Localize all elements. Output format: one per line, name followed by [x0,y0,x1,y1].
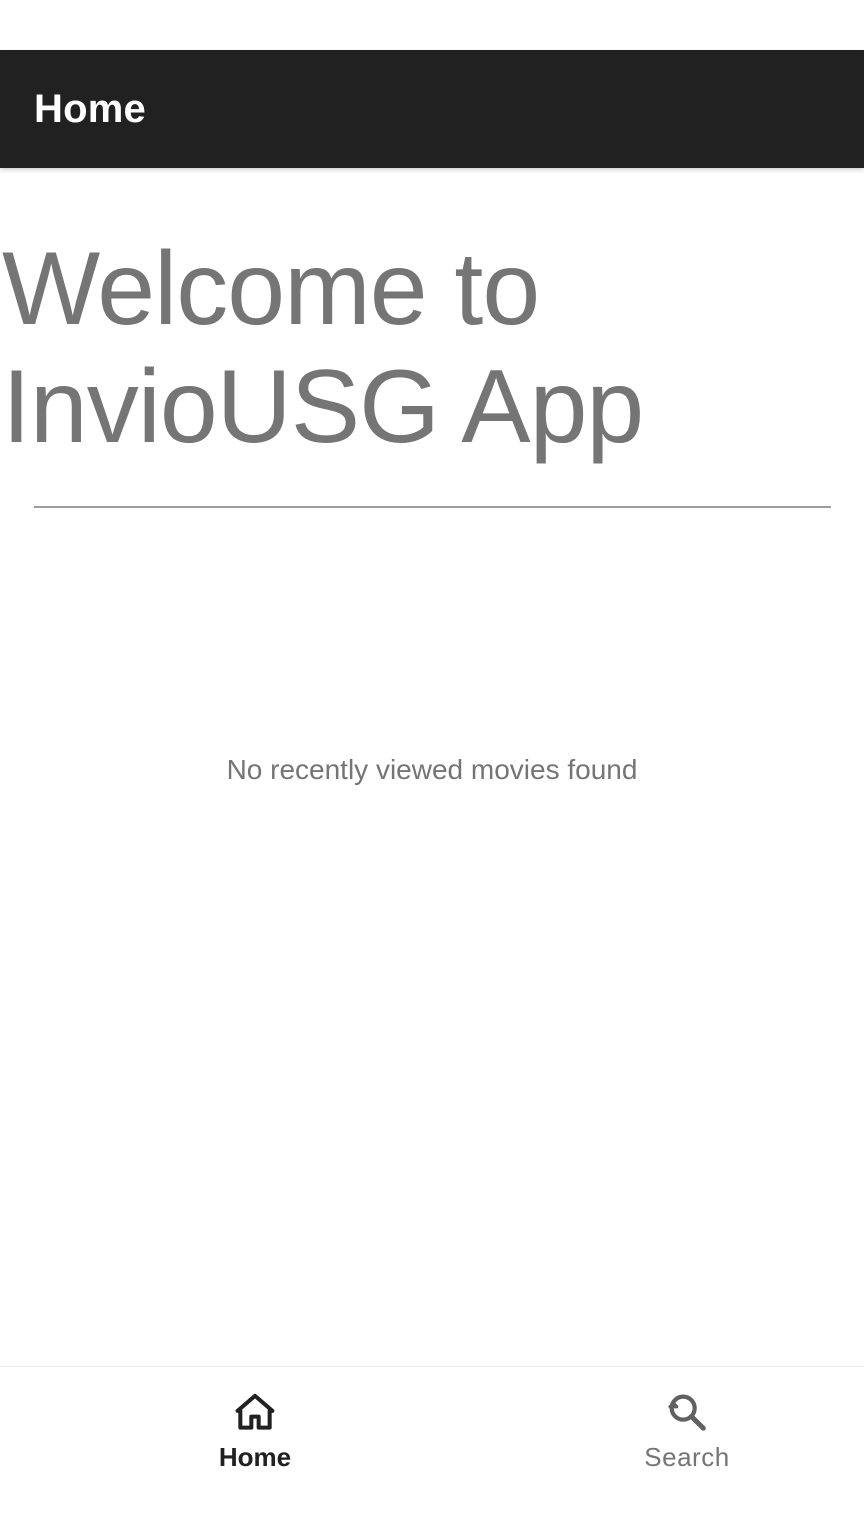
nav-label-search: Search [644,1442,730,1472]
divider [34,506,831,508]
welcome-title: Welcome to InvioUSG App [2,231,644,465]
app-bar: Home [0,50,864,168]
empty-state-message: No recently viewed movies found [226,754,638,785]
home-screen: Home Welcome to InvioUSG App No recently… [0,0,864,1536]
bottom-navigation: Home Search [0,1366,864,1536]
home-icon [232,1389,278,1435]
status-bar [0,0,864,50]
nav-item-home[interactable]: Home [0,1367,510,1536]
nav-item-search[interactable]: Search [510,1367,864,1536]
search-icon [664,1389,710,1435]
nav-label-home: Home [218,1442,292,1472]
app-bar-title: Home [34,86,146,131]
